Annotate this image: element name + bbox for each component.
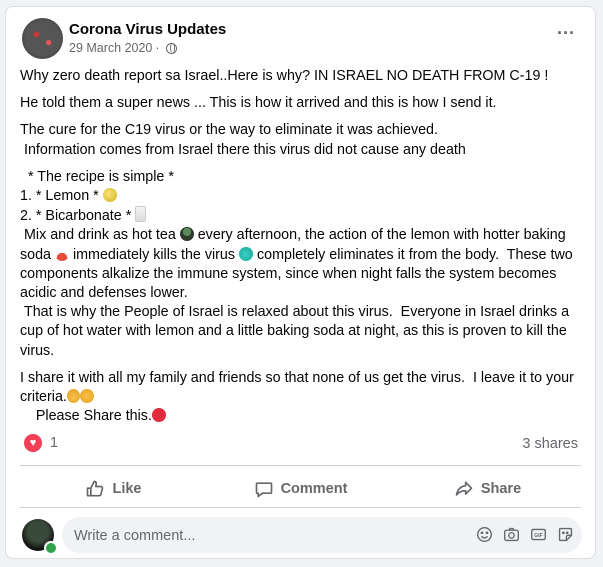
recipe-intro: * The recipe is simple * xyxy=(20,168,174,185)
post-body: Why zero death report sa Israel..Here is… xyxy=(20,67,586,434)
post-paragraph: Why zero death report sa Israel..Here is… xyxy=(20,68,549,84)
comment-input[interactable] xyxy=(72,517,456,555)
comment-icon xyxy=(255,482,272,498)
comment-tools: GIF xyxy=(476,526,574,543)
shares-count[interactable]: 3 shares xyxy=(522,436,578,452)
handshake-emoji-icon xyxy=(79,389,94,404)
camera-icon[interactable] xyxy=(503,526,520,543)
share-button[interactable]: Share xyxy=(394,471,581,507)
comment-label: Comment xyxy=(280,481,348,497)
like-button[interactable]: Like xyxy=(20,471,207,507)
post-date[interactable]: 29 March 2020 xyxy=(69,41,152,55)
like-label: Like xyxy=(112,481,142,497)
sticker-icon[interactable] xyxy=(557,526,574,543)
meta-separator: · xyxy=(155,41,160,55)
closing-text: I share it with all my family and friend… xyxy=(20,369,578,406)
closing-paragraph: I share it with all my family and friend… xyxy=(20,369,586,427)
closing-text: Please Share this. xyxy=(20,408,152,425)
microbe-emoji-icon xyxy=(239,246,254,261)
post-actions: Like Comment Share xyxy=(20,471,581,507)
reaction-count: 1 xyxy=(50,435,59,451)
globe-icon[interactable] xyxy=(165,42,177,54)
share-label: Share xyxy=(480,481,522,497)
comment-box: GIF xyxy=(62,517,582,555)
recipe-text: immediately kills the virus xyxy=(68,246,240,263)
post-paragraph: He told them a super news ... This is ho… xyxy=(20,95,497,112)
recipe-paragraph: * The recipe is simple * 1. * Lemon * 2.… xyxy=(20,168,586,361)
reactions-summary[interactable]: ♥ 1 xyxy=(24,434,58,452)
divider xyxy=(20,465,581,466)
page-avatar[interactable] xyxy=(22,18,63,59)
svg-text:GIF: GIF xyxy=(534,533,543,539)
hot-springs-emoji-icon xyxy=(54,246,69,261)
more-options-icon[interactable]: ··· xyxy=(557,24,575,42)
tea-bowl-emoji-icon xyxy=(179,227,194,242)
online-status-dot xyxy=(44,541,58,555)
recipe-item-bicarbonate: 2. * Bicarbonate * xyxy=(20,208,136,225)
post-card: Corona Virus Updates 29 March 2020 · ···… xyxy=(5,6,596,559)
recipe-item-lemon: 1. * Lemon * xyxy=(20,188,103,205)
post-meta: 29 March 2020 · xyxy=(69,41,177,55)
gif-icon[interactable]: GIF xyxy=(530,526,547,543)
lemon-emoji-icon xyxy=(102,188,117,203)
recipe-text: Mix and drink as hot tea xyxy=(20,227,180,244)
milk-glass-emoji-icon xyxy=(135,206,147,223)
divider xyxy=(20,507,581,508)
red-heart-emoji-icon xyxy=(151,408,166,423)
emoji-icon[interactable] xyxy=(476,526,493,543)
love-reaction-icon: ♥ xyxy=(24,434,42,452)
folded-hands-emoji-icon xyxy=(66,389,80,404)
share-icon xyxy=(455,481,473,496)
like-icon xyxy=(87,480,104,497)
post-paragraph: The cure for the C19 virus or the way to… xyxy=(20,122,466,158)
page-name-link[interactable]: Corona Virus Updates xyxy=(69,21,226,38)
recipe-text: That is why the People of Israel is rela… xyxy=(20,304,574,359)
comment-button[interactable]: Comment xyxy=(207,471,394,507)
